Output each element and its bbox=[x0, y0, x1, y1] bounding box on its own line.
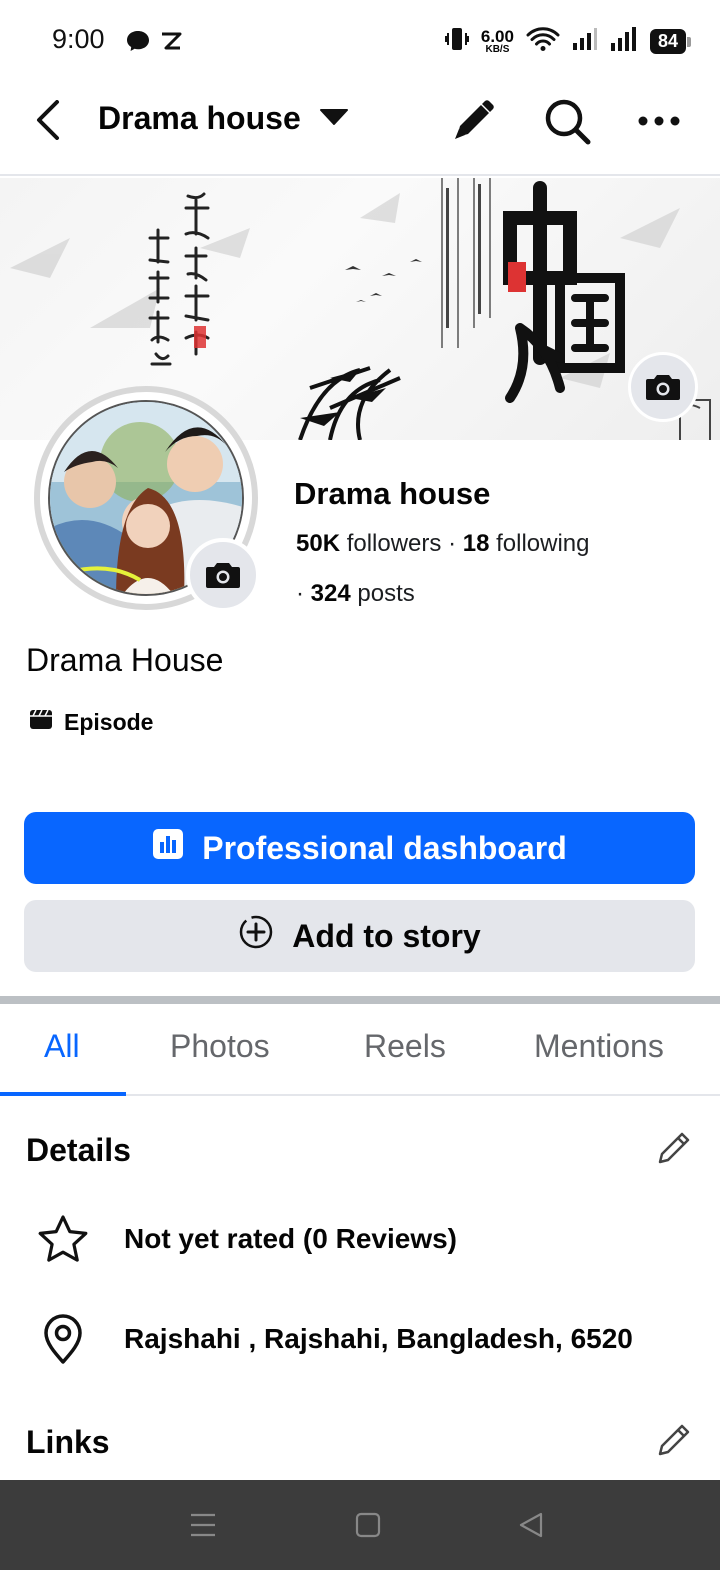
back-icon[interactable] bbox=[26, 98, 70, 142]
followers-label: followers · bbox=[340, 530, 463, 557]
caret-down-icon bbox=[319, 106, 349, 131]
system-nav-bar bbox=[0, 1480, 720, 1570]
status-bar: 9:00 6.00 KB/S 84 bbox=[0, 0, 720, 80]
app-bar: Drama house bbox=[0, 80, 720, 176]
details-heading: Details bbox=[26, 1132, 131, 1168]
follow-stats: 50K followers · 18 following bbox=[296, 530, 590, 558]
tab-photos[interactable]: Photos bbox=[170, 1028, 270, 1065]
posts-count: 324 bbox=[310, 580, 351, 607]
profile-name: Drama house bbox=[294, 476, 491, 511]
location-text: Rajshahi , Rajshahi, Bangladesh, 6520 bbox=[124, 1323, 633, 1354]
status-icons: 6.00 KB/S 84 bbox=[444, 24, 692, 58]
following-count[interactable]: 18 bbox=[463, 530, 490, 557]
app-notification-icon bbox=[160, 28, 182, 54]
display-name: Drama House bbox=[26, 642, 224, 678]
add-circle-icon bbox=[238, 914, 274, 958]
edit-links-pencil-icon[interactable] bbox=[654, 1420, 694, 1460]
following-label: following bbox=[489, 530, 590, 557]
category-label: Episode bbox=[64, 708, 154, 735]
status-time: 9:00 bbox=[52, 24, 105, 54]
followers-count[interactable]: 50K bbox=[296, 530, 340, 557]
signal-icon-1 bbox=[572, 27, 598, 56]
signal-icon-2 bbox=[610, 26, 638, 57]
page-title: Drama house bbox=[98, 100, 301, 136]
location-pin-icon bbox=[36, 1312, 90, 1366]
rating-text: Not yet rated (0 Reviews) bbox=[124, 1223, 457, 1254]
add-to-story-label: Add to story bbox=[292, 917, 481, 954]
tab-mentions[interactable]: Mentions bbox=[534, 1028, 664, 1065]
search-icon[interactable] bbox=[540, 94, 594, 148]
messenger-notification-icon bbox=[126, 28, 150, 54]
edit-details-pencil-icon[interactable] bbox=[654, 1128, 694, 1168]
back-nav-icon[interactable] bbox=[514, 1508, 548, 1542]
posts-label: posts bbox=[350, 580, 415, 607]
tab-all[interactable]: All bbox=[44, 1028, 80, 1065]
section-divider bbox=[0, 996, 720, 1004]
star-icon bbox=[36, 1212, 90, 1266]
home-nav-icon[interactable] bbox=[351, 1508, 385, 1542]
page-switcher[interactable]: Drama house bbox=[98, 100, 349, 137]
links-heading: Links bbox=[26, 1424, 110, 1460]
battery-indicator: 84 bbox=[649, 28, 692, 54]
professional-dashboard-button[interactable]: Professional dashboard bbox=[24, 812, 695, 884]
page-category: Episode bbox=[28, 708, 153, 736]
vibrate-icon bbox=[444, 25, 469, 58]
profile-tabs: All Photos Reels Mentions bbox=[0, 1004, 720, 1096]
rating-row[interactable]: Not yet rated (0 Reviews) bbox=[36, 1212, 457, 1266]
location-row[interactable]: Rajshahi , Rajshahi, Bangladesh, 6520 bbox=[36, 1312, 633, 1366]
clapperboard-icon bbox=[28, 708, 54, 736]
pencil-icon[interactable] bbox=[446, 94, 500, 148]
menu-nav-icon[interactable] bbox=[186, 1508, 220, 1542]
network-speed: 6.00 KB/S bbox=[480, 26, 514, 55]
tab-reels[interactable]: Reels bbox=[364, 1028, 446, 1065]
active-tab-indicator bbox=[0, 1092, 126, 1096]
add-to-story-button[interactable]: Add to story bbox=[24, 900, 695, 972]
professional-dashboard-label: Professional dashboard bbox=[202, 829, 567, 866]
wifi-icon bbox=[526, 26, 560, 57]
post-stats: · 324 posts bbox=[296, 580, 415, 607]
edit-cover-camera-icon[interactable] bbox=[628, 352, 698, 422]
more-icon[interactable] bbox=[632, 94, 686, 148]
edit-avatar-camera-icon[interactable] bbox=[186, 538, 260, 612]
dashboard-icon bbox=[152, 828, 184, 868]
